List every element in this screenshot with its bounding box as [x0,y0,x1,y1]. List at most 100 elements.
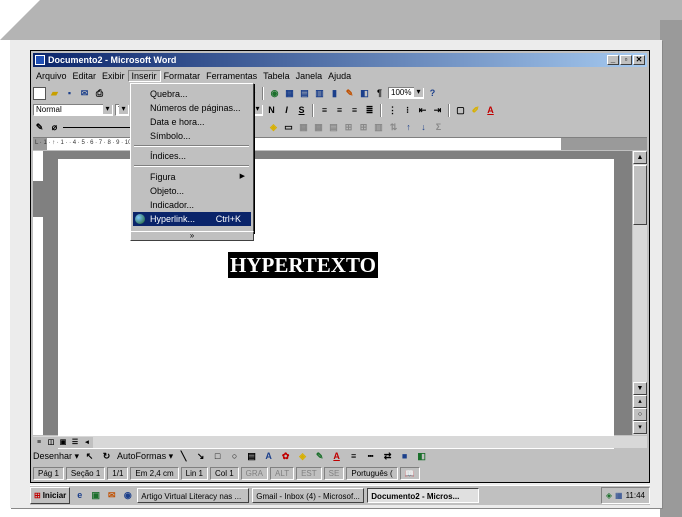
free-rotate-icon[interactable]: ↻ [100,450,113,463]
menu-editar[interactable]: Editar [70,71,100,81]
status-rec[interactable]: GRA [240,466,269,480]
menu-tabela[interactable]: Tabela [260,71,293,81]
menu-item-hyperlink[interactable]: Hyperlink... Ctrl+K [133,212,251,226]
draw-font-color-icon[interactable]: A [330,450,343,463]
start-button[interactable]: ⊞ Iniciar [30,487,71,504]
split-cells-icon[interactable]: ▦ [312,121,325,134]
insert-hyperlink-icon[interactable]: ◉ [268,87,281,100]
internet-explorer-icon[interactable]: e [73,489,86,502]
columns-icon[interactable]: ▮ [328,87,341,100]
menu-expand-chevron[interactable]: » [130,231,254,241]
previous-page-button[interactable]: ▴ [633,395,647,408]
align-center-icon[interactable]: ≡ [333,104,346,117]
draw-menu[interactable]: Desenhar ▾ [33,451,79,462]
help-icon[interactable]: ? [426,87,439,100]
wordart-icon[interactable]: A [262,450,275,463]
web-view-icon[interactable]: ◫ [45,437,57,448]
distribute-columns-icon[interactable]: ⊞ [357,121,370,134]
horizontal-scrollbar[interactable]: ≡ ◫ ▣ ☰ ◂ [33,436,647,448]
menu-item-numeros-paginas[interactable]: Números de páginas... [133,101,251,115]
draw-table-pencil-icon[interactable]: ✎ [33,121,46,134]
numbering-icon[interactable]: ⋮ [386,104,399,117]
scroll-down-button[interactable]: ▼ [633,382,647,395]
next-page-button[interactable]: ▾ [633,421,647,434]
spelling-status-icon[interactable]: 📖 [399,466,420,480]
menu-item-data-hora[interactable]: Data e hora... [133,115,251,129]
decrease-indent-icon[interactable]: ⇤ [416,104,429,117]
status-est[interactable]: EST [296,466,322,480]
vertical-ruler[interactable] [33,151,44,435]
line-icon[interactable]: ╲ [177,450,190,463]
print-icon[interactable]: ⎙ [93,87,106,100]
open-folder-icon[interactable]: ▰ [48,87,61,100]
print-layout-icon[interactable]: ▣ [57,437,69,448]
vertical-scrollbar[interactable]: ▲ ▼ ▴ ○ ▾ [633,151,647,435]
increase-indent-icon[interactable]: ⇥ [431,104,444,117]
scroll-up-button[interactable]: ▲ [633,151,647,164]
tables-borders-icon[interactable]: ▦ [283,87,296,100]
status-sob[interactable]: SE [323,466,345,480]
document-map-icon[interactable]: ◧ [358,87,371,100]
outline-view-icon[interactable]: ☰ [69,437,81,448]
menu-ferramentas[interactable]: Ferramentas [203,71,260,81]
tray-network-icon[interactable]: ▦ [615,488,623,503]
menu-item-objeto[interactable]: Objeto... [133,184,251,198]
distribute-rows-icon[interactable]: ⊞ [342,121,355,134]
align-left-icon[interactable]: ≡ [318,104,331,117]
task-artigo[interactable]: Artigo Virtual Literacy nas ... [137,488,250,503]
insert-table-icon[interactable]: ▤ [298,87,311,100]
menu-inserir[interactable]: Inserir [127,70,161,82]
horizontal-ruler[interactable]: L · 1 · ↑ · 1 · · 4 · 5 · 6 · 7 · 8 · 9 … [33,137,647,150]
arrow-icon[interactable]: ↘ [194,450,207,463]
outside-border-icon[interactable]: ▭ [282,121,295,134]
align-right-icon[interactable]: ≡ [348,104,361,117]
outlook-icon[interactable]: ✉ [105,489,118,502]
dash-style-icon[interactable]: ┅ [364,450,377,463]
text-box-icon[interactable]: ▤ [245,450,258,463]
restore-button[interactable]: ▫ [620,55,632,65]
scroll-left-button[interactable]: ◂ [81,437,93,448]
bold-icon[interactable]: N [265,104,278,117]
3d-icon[interactable]: ◧ [415,450,428,463]
minimize-button[interactable]: _ [607,55,619,65]
menu-ajuda[interactable]: Ajuda [325,71,354,81]
scroll-thumb[interactable] [633,165,647,225]
merge-cells-icon[interactable]: ▦ [297,121,310,134]
show-hide-icon[interactable]: ¶ [373,87,386,100]
menu-arquivo[interactable]: Arquivo [33,71,70,81]
clock[interactable]: 11:44 [626,488,645,503]
highlight-icon[interactable]: ✐ [469,104,482,117]
browse-object-button[interactable]: ○ [633,408,647,421]
channels-icon[interactable]: ◉ [121,489,134,502]
shading-color-icon[interactable]: ◈ [267,121,280,134]
zoom-select[interactable]: 100% [388,87,424,99]
menu-janela[interactable]: Janela [293,71,326,81]
new-document-icon[interactable] [33,86,46,100]
bullets-icon[interactable]: ⁝ [401,104,414,117]
insert-excel-icon[interactable]: ▥ [313,87,326,100]
menu-formatar[interactable]: Formatar [161,71,204,81]
close-button[interactable]: ✕ [633,55,645,65]
autosum-icon[interactable]: Σ [432,121,445,134]
task-gmail[interactable]: Gmail - Inbox (4) - Microsof... [252,488,365,503]
save-icon[interactable]: ▪ [63,87,76,100]
oval-icon[interactable]: ○ [228,450,241,463]
table-autoformat-icon[interactable]: ▥ [372,121,385,134]
underline-icon[interactable]: S [295,104,308,117]
select-objects-icon[interactable]: ↖ [83,450,96,463]
italic-icon[interactable]: I [280,104,293,117]
align-cell-icon[interactable]: ▤ [327,121,340,134]
menu-item-simbolo[interactable]: Símbolo... [133,129,251,143]
eraser-icon[interactable]: ⌀ [48,121,61,134]
arrow-style-icon[interactable]: ⇄ [381,450,394,463]
style-select[interactable]: Normal [33,104,113,116]
normal-view-icon[interactable]: ≡ [33,437,45,448]
justify-icon[interactable]: ≣ [363,104,376,117]
shadow-icon[interactable]: ■ [398,450,411,463]
menu-item-indicador[interactable]: Indicador... [133,198,251,212]
line-color-icon[interactable]: ✎ [313,450,326,463]
fill-color-icon[interactable]: ◈ [296,450,309,463]
sort-ascending-icon[interactable]: ↑ [402,121,415,134]
menu-item-indices[interactable]: Índices... [133,149,251,163]
drawing-icon[interactable]: ✎ [343,87,356,100]
